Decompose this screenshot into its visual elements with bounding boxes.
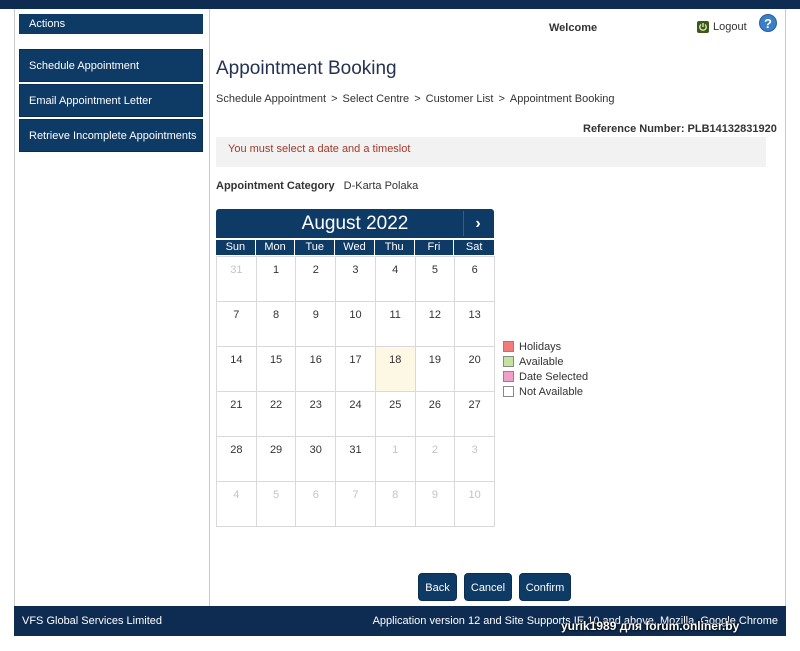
calendar-day[interactable]: 13: [455, 302, 495, 347]
weekday-label: Sat: [465, 241, 483, 253]
calendar-day[interactable]: 1: [256, 257, 297, 302]
error-text: You must select a date and a timeslot: [228, 143, 411, 155]
breadcrumb-item: Appointment Booking: [509, 93, 615, 105]
calendar-day[interactable]: 10: [336, 302, 376, 347]
help-icon[interactable]: ?: [759, 14, 777, 32]
calendar-day[interactable]: 29: [256, 437, 297, 482]
calendar-day: 2: [415, 437, 456, 482]
power-icon: [697, 21, 709, 33]
weekday-label: Sun: [216, 240, 256, 255]
calendar-day[interactable]: 5: [415, 257, 456, 302]
calendar-day[interactable]: 9: [296, 302, 337, 347]
legend-item: Holidays: [503, 339, 588, 354]
calendar-day: 3: [455, 437, 495, 482]
calendar-day[interactable]: 4: [375, 257, 416, 302]
sidebar-item-schedule-appointment[interactable]: Schedule Appointment: [19, 49, 203, 82]
breadcrumb-item: Customer List: [425, 93, 494, 105]
watermark: yurik1989 для forum.onliner.by: [561, 619, 740, 633]
calendar-day[interactable]: 31: [336, 437, 376, 482]
weekday-label: Tue: [295, 240, 336, 255]
breadcrumb-item: Select Centre: [342, 93, 410, 105]
calendar-grid: 31 1 2 3 4 5 6 7 8 9 10 11 12 13 14 15 16 17 18 19 20 21 22 23 2…: [216, 256, 495, 527]
calendar-day[interactable]: 12: [415, 302, 456, 347]
welcome-label: Welcome: [549, 22, 598, 34]
calendar-day: 4: [217, 482, 257, 527]
top-bar: [0, 0, 800, 9]
back-button[interactable]: Back: [418, 573, 457, 601]
calendar-day[interactable]: 14: [217, 347, 257, 392]
sidebar-divider: [209, 9, 210, 606]
weekday-label: Mon: [256, 240, 296, 255]
calendar-day[interactable]: 18: [375, 347, 416, 392]
calendar-day[interactable]: 3: [336, 257, 376, 302]
calendar-day: 5: [256, 482, 297, 527]
calendar-day[interactable]: 2: [296, 257, 337, 302]
category-value: D-Karta Polaka: [343, 180, 419, 192]
calendar-day: 10: [455, 482, 495, 527]
calendar-weekdays: Sun Mon Tue Wed Thu Fri Sat: [216, 240, 494, 255]
legend-swatch: [503, 386, 514, 397]
calendar-day: 31: [217, 257, 257, 302]
calendar-day[interactable]: 15: [256, 347, 297, 392]
calendar-legend: Holidays Available Date Selected Not Availa…: [503, 339, 588, 399]
calendar-day: 7: [336, 482, 376, 527]
calendar-day: 9: [415, 482, 456, 527]
calendar-day[interactable]: 30: [296, 437, 337, 482]
legend-swatch: [503, 371, 514, 382]
calendar-day: 8: [375, 482, 416, 527]
breadcrumb-item: Schedule Appointment: [216, 93, 327, 105]
category-label: Appointment Category: [216, 180, 335, 192]
weekday-label: Fri: [415, 240, 455, 255]
appointment-category: Appointment Category D-Karta Polaka: [216, 180, 418, 192]
legend-item: Date Selected: [503, 369, 588, 384]
calendar-day[interactable]: 27: [455, 392, 495, 437]
calendar-day[interactable]: 24: [336, 392, 376, 437]
calendar-day[interactable]: 19: [415, 347, 456, 392]
breadcrumb-separator: >: [414, 93, 421, 105]
calendar-day[interactable]: 20: [455, 347, 495, 392]
calendar-day[interactable]: 25: [375, 392, 416, 437]
calendar-day[interactable]: 22: [256, 392, 297, 437]
breadcrumb-separator: >: [498, 93, 505, 105]
reference-number: Reference Number: PLB14132831920: [583, 123, 777, 135]
calendar-day: 1: [375, 437, 416, 482]
calendar-day[interactable]: 21: [217, 392, 257, 437]
sidebar-item-retrieve-incomplete-appointments[interactable]: Retrieve Incomplete Appointments: [19, 119, 203, 152]
calendar-day[interactable]: 17: [336, 347, 376, 392]
calendar-day[interactable]: 28: [217, 437, 257, 482]
next-month-button[interactable]: ›: [463, 211, 492, 236]
calendar-day[interactable]: 23: [296, 392, 337, 437]
chevron-right-icon: ›: [475, 215, 481, 232]
legend-label: Date Selected: [519, 370, 589, 383]
sidebar-item-email-appointment-letter[interactable]: Email Appointment Letter: [19, 84, 203, 117]
calendar-day: 6: [296, 482, 337, 527]
calendar-day[interactable]: 7: [217, 302, 257, 347]
confirm-button[interactable]: Confirm: [519, 573, 571, 601]
page-title: Appointment Booking: [216, 58, 397, 79]
calendar-day[interactable]: 8: [256, 302, 297, 347]
legend-label: Holidays: [519, 340, 562, 353]
breadcrumb: Schedule Appointment > Select Centre > Custo…: [216, 93, 615, 105]
footer-company: VFS Global Services Limited: [22, 615, 162, 627]
calendar-day[interactable]: 11: [375, 302, 416, 347]
calendar-month-title: August 2022: [301, 213, 409, 234]
breadcrumb-separator: >: [331, 93, 338, 105]
cancel-button[interactable]: Cancel: [464, 573, 512, 601]
calendar-day[interactable]: 16: [296, 347, 337, 392]
legend-label: Not Available: [519, 385, 584, 398]
legend-swatch: [503, 341, 514, 352]
logout-label: Logout: [713, 21, 747, 33]
legend-item: Available: [503, 354, 588, 369]
legend-item: Not Available: [503, 384, 588, 399]
legend-swatch: [503, 356, 514, 367]
logout-button[interactable]: Logout: [697, 21, 747, 33]
legend-label: Available: [519, 355, 564, 368]
error-message: You must select a date and a timeslot: [216, 137, 766, 167]
actions-header: Actions: [19, 14, 203, 34]
calendar-header: August 2022 ›: [216, 209, 494, 238]
weekday-label: Thu: [375, 240, 415, 255]
calendar-day[interactable]: 6: [455, 257, 495, 302]
weekday-label: Wed: [335, 240, 375, 255]
calendar-day[interactable]: 26: [415, 392, 456, 437]
